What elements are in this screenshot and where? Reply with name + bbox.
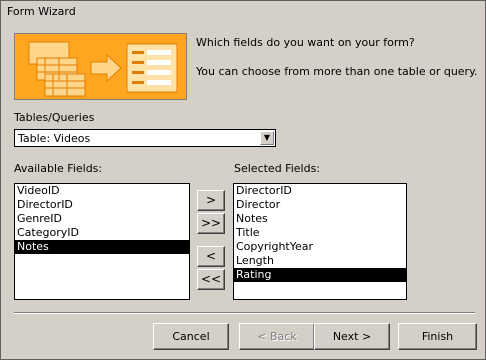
separator: [14, 312, 475, 314]
list-item[interactable]: VideoID: [15, 184, 189, 198]
list-item-selected[interactable]: Notes: [15, 240, 189, 254]
list-item[interactable]: CategoryID: [15, 226, 189, 240]
tables-queries-combobox[interactable]: Table: Videos ▼: [14, 129, 276, 147]
chevron-down-icon[interactable]: ▼: [260, 131, 274, 145]
finish-button[interactable]: Finish: [398, 323, 477, 350]
list-item[interactable]: Length: [234, 254, 406, 268]
selected-fields-label: Selected Fields:: [234, 162, 321, 175]
list-item[interactable]: CopyrightYear: [234, 240, 406, 254]
cancel-button[interactable]: Cancel: [153, 323, 229, 350]
tables-queries-label: Tables/Queries: [14, 111, 95, 124]
available-fields-list[interactable]: VideoID DirectorID GenreID CategoryID No…: [14, 183, 190, 300]
remove-all-fields-button[interactable]: <<: [197, 269, 225, 290]
list-item[interactable]: GenreID: [15, 212, 189, 226]
title-bar: Form Wizard: [1, 1, 485, 23]
list-item[interactable]: DirectorID: [234, 184, 406, 198]
window-title: Form Wizard: [7, 5, 76, 18]
selected-fields-list[interactable]: DirectorID Director Notes Title Copyrigh…: [233, 183, 407, 300]
wizard-question: Which fields do you want on your form?: [196, 36, 415, 49]
table-to-form-icon: [15, 34, 186, 99]
list-item[interactable]: Title: [234, 226, 406, 240]
list-item[interactable]: Director: [234, 198, 406, 212]
add-field-button[interactable]: >: [197, 190, 225, 211]
list-item[interactable]: DirectorID: [15, 198, 189, 212]
list-item-selected[interactable]: Rating: [234, 268, 406, 282]
list-item[interactable]: Notes: [234, 212, 406, 226]
wizard-hint: You can choose from more than one table …: [196, 65, 478, 78]
wizard-illustration: [14, 33, 187, 100]
tables-queries-value: Table: Videos: [18, 132, 91, 145]
add-all-fields-button[interactable]: >>: [197, 213, 225, 234]
form-wizard-window: Form Wizard Which fields do you want on …: [0, 0, 486, 360]
available-fields-label: Available Fields:: [14, 162, 103, 175]
back-button[interactable]: < Back: [239, 323, 315, 350]
remove-field-button[interactable]: <: [197, 246, 225, 267]
next-button[interactable]: Next >: [314, 323, 390, 350]
